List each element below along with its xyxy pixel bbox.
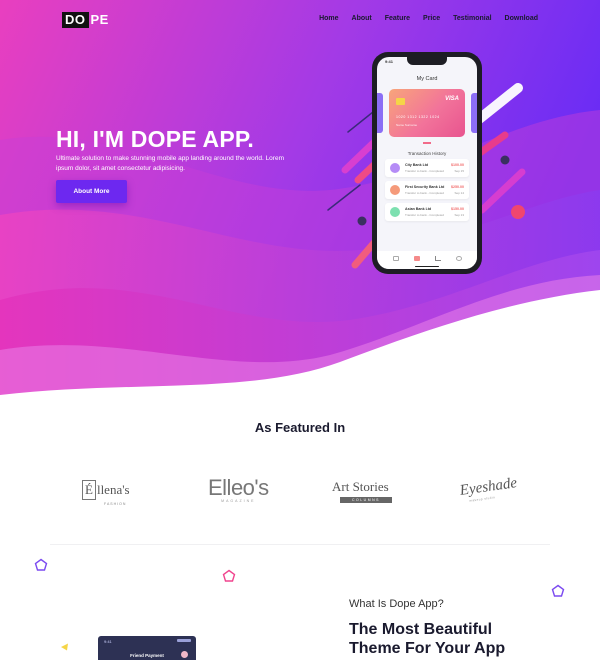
hero-background [0,0,600,420]
transaction-date: Sep 14 [454,191,464,195]
transaction-date: Sep 13 [454,213,464,217]
transaction-name: First Security Bank Ltd [405,185,445,189]
transaction-sub: Transfer to bank - Completed [405,213,444,217]
card-icon [413,255,420,261]
preview-status-time: 9:41 [104,639,112,644]
card-chip-icon [396,98,405,105]
phone-mockup: 9:41 My Card VISA 1020 1312 1322 1024 Na… [372,52,482,274]
home-icon [392,255,399,261]
nav-item-about[interactable]: About [352,15,372,22]
about-more-button[interactable]: About More [56,180,127,203]
hero-section: DO PE Home About Feature Price Testimoni… [0,0,600,420]
transaction-amount: $150.00 [451,207,464,211]
brand-logo-text: llena's [96,482,130,497]
nav-item-testimonial[interactable]: Testimonial [453,15,491,22]
brand-logo-sub: FASHION [104,502,127,506]
nav-item-price[interactable]: Price [423,15,440,22]
brand-logo-text: Elleo's [208,475,269,500]
credit-card: VISA 1020 1312 1322 1024 Name Surname [389,89,465,137]
section-divider [50,544,550,545]
phone-notch [407,57,447,65]
transaction-history-title: Transaction History [407,151,447,156]
brand-logo-elleos: Elleo's MAGAZINE [208,475,269,503]
pentagon-decoration-icon [551,584,565,597]
avatar [181,651,188,658]
screen-title: My Card [416,76,438,82]
bank-icon [390,163,400,173]
transaction-sub: Transfer to bank - Completed [405,169,444,173]
about-title: The Most Beautiful Theme For Your App [349,620,505,658]
nav-item-feature[interactable]: Feature [385,15,410,22]
side-card-right [471,93,477,133]
carousel-indicator [423,142,431,144]
logo-box: DO [62,12,89,28]
transaction-amount: $250.00 [451,185,464,189]
about-kicker: What Is Dope App? [349,598,444,610]
card-brand: VISA [444,96,459,102]
brand-logo-eyeshade: Eyeshade makeup studio [459,474,519,504]
card-holder: Name Surname [396,123,418,127]
navbar: DO PE Home About Feature Price Testimoni… [0,0,600,40]
featured-title: As Featured In [254,420,346,435]
brand-logo-art-stories: Art Stories COLUMNS [332,478,392,503]
status-icons [177,639,191,642]
card-number: 1020 1312 1322 1024 [396,115,440,119]
transaction-row: City Bank Ltd Transfer to bank - Complet… [385,159,469,177]
bank-icon [390,185,400,195]
nav-menu: Home About Feature Price Testimonial Dow… [319,15,538,22]
about-title-line: The Most Beautiful [349,621,493,638]
transaction-amount: $100.00 [451,163,464,167]
home-indicator [415,265,439,267]
bank-icon [390,207,400,217]
brand-logo-sub: COLUMNS [340,497,392,503]
pentagon-decoration-icon [222,569,236,582]
transaction-date: Sep 15 [454,169,464,173]
about-title-line: Theme For Your App [349,640,506,657]
hero-description: Ultimate solution to make stunning mobil… [56,155,284,172]
side-card-left [377,93,383,133]
user-icon [455,255,462,261]
brand-logo-text: Art Stories [332,479,389,494]
triangle-decoration-icon [61,643,68,651]
brand-logo-box: É [82,480,96,500]
status-time: 9:41 [385,59,394,64]
nav-item-download[interactable]: Download [505,15,538,22]
phone-screen: 9:41 My Card VISA 1020 1312 1322 1024 Na… [377,57,477,269]
chart-icon [434,255,441,261]
transaction-row: First Security Bank Ltd Transfer to bank… [385,181,469,199]
nav-item-home[interactable]: Home [319,15,338,22]
logo-rest: PE [90,12,109,27]
pentagon-decoration-icon [34,558,48,571]
hero-title: HI, I'M DOPE APP. [56,126,255,152]
featured-brands: É llena's FASHION Elleo's MAGAZINE Art S… [0,470,600,510]
transaction-row: Asian Bank Ltd Transfer to bank - Comple… [385,203,469,221]
app-preview-phone: 9:41 Friend Payment [98,636,196,660]
brand-logo-ellenas: É llena's FASHION [82,480,130,506]
transaction-sub: Transfer to bank - Completed [405,191,444,195]
transaction-name: City Bank Ltd [405,163,429,167]
transaction-name: Asian Bank Ltd [405,207,432,211]
logo[interactable]: DO PE [62,12,109,28]
